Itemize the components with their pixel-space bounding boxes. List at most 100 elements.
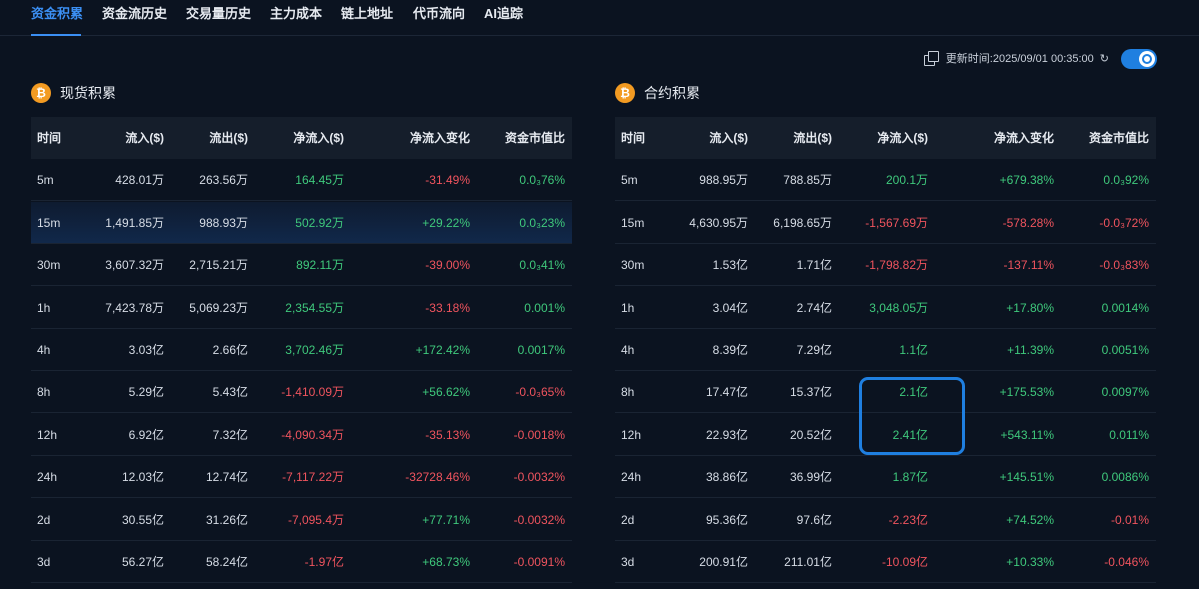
futures-section-title: ₿ 合约积累 <box>615 83 700 103</box>
column-header-inflow: 流入($) <box>125 131 164 145</box>
table-row[interactable]: 8h 5.29亿 5.43亿 -1,410.09万 +56.62% -0.0₃65% <box>31 371 572 413</box>
cell-net: 2,354.55万 <box>285 301 344 315</box>
cell-inflow: 7,423.78万 <box>105 301 164 315</box>
table-row[interactable]: 4h 3.03亿 2.66亿 3,702.46万 +172.42% 0.0017% <box>31 329 572 371</box>
cell-time: 4h <box>621 343 635 357</box>
cell-time: 12h <box>37 428 58 442</box>
cell-ratio: -0.0091% <box>513 555 565 569</box>
cell-change: +68.73% <box>422 555 470 569</box>
cell-outflow: 6,198.65万 <box>773 216 832 230</box>
cell-net: -7,095.4万 <box>287 513 344 527</box>
tab-ai-tracking[interactable]: AI追踪 <box>484 3 523 36</box>
table-row[interactable]: 3d 200.91亿 211.01亿 -10.09亿 +10.33% -0.046% <box>615 541 1156 583</box>
cell-outflow: 5,069.23万 <box>189 301 248 315</box>
cell-ratio: -0.0032% <box>513 513 565 527</box>
column-header-time: 时间 <box>621 131 646 145</box>
cell-time: 12h <box>621 428 642 442</box>
cell-net: -1,567.69万 <box>865 216 928 230</box>
table-row[interactable]: 30m 1.53亿 1.71亿 -1,798.82万 -137.11% -0.0₃83% <box>615 244 1156 286</box>
cell-inflow: 30.55亿 <box>121 513 164 527</box>
highlight-box <box>859 377 965 455</box>
cell-time: 15m <box>37 216 61 230</box>
tab-main-cost[interactable]: 主力成本 <box>270 3 322 36</box>
cell-ratio: -0.046% <box>1104 555 1149 569</box>
cell-ratio: -0.0032% <box>513 470 565 484</box>
cell-outflow: 1.71亿 <box>796 258 832 272</box>
cell-outflow: 97.6亿 <box>796 513 832 527</box>
cell-change: -33.18% <box>425 301 470 315</box>
column-header-ratio: 资金市值比 <box>1088 131 1149 145</box>
cell-outflow: 12.74亿 <box>205 470 248 484</box>
table-row[interactable]: 12h 6.92亿 7.32亿 -4,090.34万 -35.13% -0.0018% <box>31 414 572 456</box>
tab-bar: 资金积累 资金流历史 交易量历史 主力成本 链上地址 代币流向 AI追踪 <box>0 0 1199 36</box>
cell-net: -7,117.22万 <box>282 470 344 484</box>
copy-icon[interactable] <box>923 51 939 66</box>
table-row[interactable]: 4h 8.39亿 7.29亿 1.1亿 +11.39% 0.0051% <box>615 329 1156 371</box>
cell-inflow: 3.03亿 <box>128 343 164 357</box>
cell-inflow: 95.36亿 <box>705 513 748 527</box>
auto-refresh-toggle[interactable] <box>1121 49 1157 69</box>
cell-net: -4,090.34万 <box>281 428 344 442</box>
cell-inflow: 22.93亿 <box>705 428 748 442</box>
tab-volume-history[interactable]: 交易量历史 <box>186 3 251 36</box>
table-row[interactable]: 24h 12.03亿 12.74亿 -7,117.22万 -32728.46% -0.00… <box>31 456 572 498</box>
table-row[interactable]: 15m 4,630.95万 6,198.65万 -1,567.69万 -578.28% -… <box>615 202 1156 244</box>
cell-time: 30m <box>37 258 61 272</box>
cell-change: +74.52% <box>1006 513 1054 527</box>
tab-token-flow[interactable]: 代币流向 <box>413 3 465 36</box>
table-row[interactable]: 15m 1,491.85万 988.93万 502.92万 +29.22% 0.0₃23% <box>31 202 572 244</box>
cell-net: -10.09亿 <box>881 555 928 569</box>
cell-net: 200.1万 <box>885 173 928 187</box>
cell-net: 502.92万 <box>295 216 344 230</box>
bitcoin-icon: ₿ <box>615 83 635 103</box>
table-row[interactable]: 2d 95.36亿 97.6亿 -2.23亿 +74.52% -0.01% <box>615 499 1156 541</box>
cell-inflow: 38.86亿 <box>705 470 748 484</box>
cell-time: 15m <box>621 216 645 230</box>
table-header: 时间 流入($) 流出($) 净流入($) 净流入变化 资金市值比 <box>615 117 1156 159</box>
cell-ratio: 0.0017% <box>517 343 565 357</box>
tab-fund-flow-history[interactable]: 资金流历史 <box>102 3 167 36</box>
cell-net: 3,048.05万 <box>869 301 928 315</box>
spot-table: 时间 流入($) 流出($) 净流入($) 净流入变化 资金市值比 5m 428.01万 263… <box>31 117 572 584</box>
table-row[interactable]: 30m 3,607.32万 2,715.21万 892.11万 -39.00% 0.0₃4… <box>31 244 572 286</box>
cell-time: 3d <box>37 555 51 569</box>
table-row[interactable]: 2d 30.55亿 31.26亿 -7,095.4万 +77.71% -0.0032% <box>31 499 572 541</box>
cell-ratio: 0.001% <box>524 301 565 315</box>
cell-change: +679.38% <box>999 173 1054 187</box>
cell-ratio: 0.0086% <box>1101 470 1149 484</box>
cell-change: -137.11% <box>1003 258 1054 272</box>
cell-change: +10.33% <box>1006 555 1054 569</box>
table-row[interactable]: 1h 7,423.78万 5,069.23万 2,354.55万 -33.18% 0.00… <box>31 287 572 329</box>
cell-ratio: -0.0018% <box>513 428 565 442</box>
table-row[interactable]: 3d 56.27亿 58.24亿 -1.97亿 +68.73% -0.0091% <box>31 541 572 583</box>
column-header-outflow: 流出($) <box>209 131 248 145</box>
cell-outflow: 5.43亿 <box>212 385 248 399</box>
tab-onchain-address[interactable]: 链上地址 <box>341 3 393 36</box>
cell-net: -1,410.09万 <box>281 385 344 399</box>
cell-ratio: 0.0₃23% <box>519 216 565 230</box>
cell-time: 2d <box>621 513 635 527</box>
cell-inflow: 200.91亿 <box>699 555 748 569</box>
table-row[interactable]: 1h 3.04亿 2.74亿 3,048.05万 +17.80% 0.0014% <box>615 287 1156 329</box>
refresh-icon[interactable]: ↻ <box>1100 52 1109 65</box>
cell-ratio: 0.0014% <box>1101 301 1149 315</box>
cell-time: 8h <box>621 385 635 399</box>
cell-net: 1.87亿 <box>892 470 928 484</box>
table-header: 时间 流入($) 流出($) 净流入($) 净流入变化 资金市值比 <box>31 117 572 159</box>
cell-inflow: 6.92亿 <box>128 428 164 442</box>
cell-ratio: 0.0₃92% <box>1103 173 1149 187</box>
column-header-net: 净流入($) <box>877 131 928 145</box>
cell-time: 5m <box>37 173 54 187</box>
cell-outflow: 58.24亿 <box>205 555 248 569</box>
table-row[interactable]: 5m 988.95万 788.85万 200.1万 +679.38% 0.0₃92% <box>615 159 1156 201</box>
tab-fund-accumulation[interactable]: 资金积累 <box>31 3 83 36</box>
table-row[interactable]: 5m 428.01万 263.56万 164.45万 -31.49% 0.0₃76% <box>31 159 572 201</box>
update-time: 更新时间:2025/09/01 00:35:00 <box>945 53 1094 65</box>
cell-time: 3d <box>621 555 635 569</box>
cell-change: +11.39% <box>1007 343 1054 357</box>
cell-time: 24h <box>621 470 642 484</box>
cell-outflow: 2.74亿 <box>796 301 832 315</box>
table-row[interactable]: 24h 38.86亿 36.99亿 1.87亿 +145.51% 0.0086% <box>615 456 1156 498</box>
cell-ratio: -0.0₃72% <box>1099 216 1149 230</box>
column-header-change: 净流入变化 <box>409 131 470 145</box>
